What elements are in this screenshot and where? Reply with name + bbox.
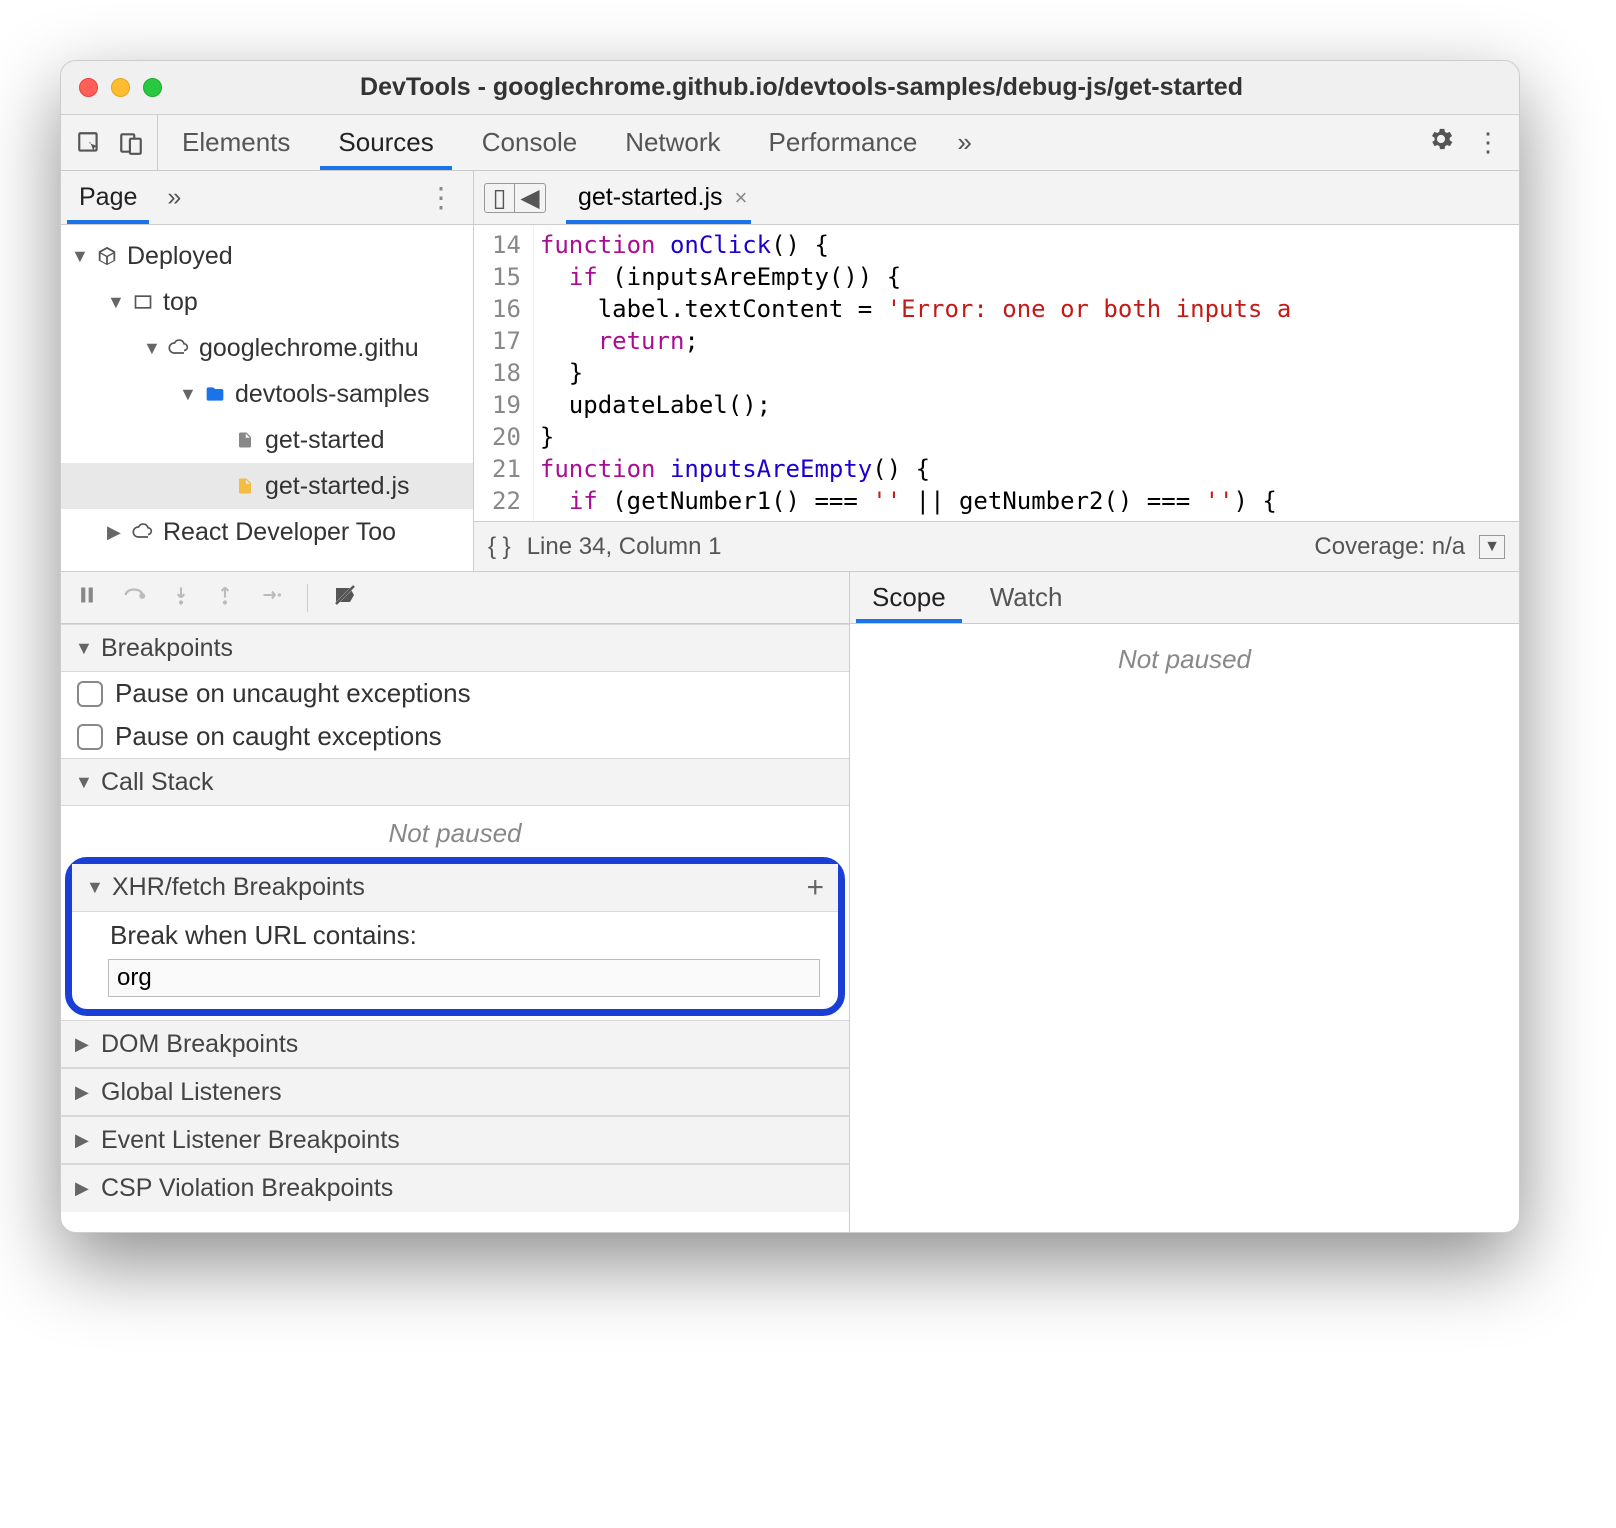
pause-icon[interactable] xyxy=(77,584,97,611)
frame-icon xyxy=(131,290,155,314)
tab-sources[interactable]: Sources xyxy=(314,115,457,170)
close-tab-icon[interactable]: × xyxy=(735,185,748,211)
document-icon xyxy=(233,428,257,452)
more-tabs-icon[interactable]: » xyxy=(941,127,987,158)
nav-history[interactable]: ▯◀ xyxy=(484,183,546,213)
zoom-window-icon[interactable] xyxy=(143,78,162,97)
tab-scope[interactable]: Scope xyxy=(850,572,968,623)
main-tabs: Elements Sources Console Network Perform… xyxy=(158,115,941,170)
section-global-listeners[interactable]: Global Listeners xyxy=(61,1068,849,1116)
settings-icon[interactable] xyxy=(1427,125,1455,160)
close-window-icon[interactable] xyxy=(79,78,98,97)
window-title: DevTools - googlechrome.github.io/devtoo… xyxy=(162,73,1501,102)
tree-label: googlechrome.githu xyxy=(199,334,419,363)
code-editor[interactable]: 141516171819202122 function onClick() { … xyxy=(474,225,1519,521)
pause-caught-row[interactable]: Pause on caught exceptions xyxy=(61,715,849,758)
page-more-icon[interactable]: ⋮ xyxy=(409,181,473,214)
more-menu-icon[interactable]: ⋮ xyxy=(1475,127,1501,158)
section-dom-breakpoints[interactable]: DOM Breakpoints xyxy=(61,1020,849,1068)
nav-forward-icon[interactable]: ◀ xyxy=(515,184,545,212)
inspect-icon[interactable] xyxy=(75,129,103,157)
section-callstack[interactable]: Call Stack xyxy=(61,758,849,806)
cursor-position: Line 34, Column 1 xyxy=(527,533,722,561)
xhr-label: Break when URL contains: xyxy=(72,912,838,957)
file-tree: Deployed top googlechrome.githu devtools… xyxy=(61,225,473,563)
minimize-window-icon[interactable] xyxy=(111,78,130,97)
coverage-dropdown-icon[interactable]: ▼ xyxy=(1479,535,1505,559)
checkbox-icon[interactable] xyxy=(77,681,103,707)
checkbox-icon[interactable] xyxy=(77,724,103,750)
tree-react-ext[interactable]: React Developer Too xyxy=(61,509,473,555)
coverage-label: Coverage: n/a xyxy=(1314,533,1465,561)
tree-label: top xyxy=(163,288,198,317)
section-breakpoints[interactable]: Breakpoints xyxy=(61,624,849,672)
step-icon[interactable] xyxy=(259,585,283,610)
file-tab-label: get-started.js xyxy=(578,183,723,212)
tree-deployed[interactable]: Deployed xyxy=(61,233,473,279)
tab-watch[interactable]: Watch xyxy=(968,572,1085,623)
tree-top[interactable]: top xyxy=(61,279,473,325)
more-page-tabs-icon[interactable]: » xyxy=(155,183,193,212)
tree-label: get-started.js xyxy=(265,472,410,501)
code-content: function onClick() { if (inputsAreEmpty(… xyxy=(534,225,1291,521)
editor-statusbar: { } Line 34, Column 1 Coverage: n/a ▼ xyxy=(474,521,1519,571)
cloud-icon xyxy=(131,520,155,544)
braces-icon[interactable]: { } xyxy=(488,533,511,561)
debugger-panes: Breakpoints Pause on uncaught exceptions… xyxy=(61,571,1519,1232)
tree-domain[interactable]: googlechrome.githu xyxy=(61,325,473,371)
tree-file-html[interactable]: get-started xyxy=(61,417,473,463)
line-gutter: 141516171819202122 xyxy=(474,225,534,521)
add-xhr-breakpoint-icon[interactable]: + xyxy=(806,871,824,905)
devtools-window: DevTools - googlechrome.github.io/devtoo… xyxy=(60,60,1520,1233)
titlebar: DevTools - googlechrome.github.io/devtoo… xyxy=(61,61,1519,115)
step-into-icon[interactable] xyxy=(171,583,191,612)
nav-back-icon[interactable]: ▯ xyxy=(485,184,515,212)
step-out-icon[interactable] xyxy=(215,583,235,612)
xhr-url-input[interactable] xyxy=(108,959,820,997)
pause-uncaught-row[interactable]: Pause on uncaught exceptions xyxy=(61,672,849,715)
tab-console[interactable]: Console xyxy=(458,115,601,170)
main-toolbar: Elements Sources Console Network Perform… xyxy=(61,115,1519,171)
tree-label: Deployed xyxy=(127,242,233,271)
cloud-icon xyxy=(167,336,191,360)
tree-folder[interactable]: devtools-samples xyxy=(61,371,473,417)
traffic-lights xyxy=(79,78,162,97)
editor-pane: ▯◀ get-started.js × 141516171819202122 f… xyxy=(474,171,1519,571)
scope-not-paused: Not paused xyxy=(850,624,1519,687)
page-tab[interactable]: Page xyxy=(61,171,155,224)
section-csp-breakpoints[interactable]: CSP Violation Breakpoints xyxy=(61,1164,849,1212)
tree-label: React Developer Too xyxy=(163,518,396,547)
js-file-icon xyxy=(233,474,257,498)
tab-network[interactable]: Network xyxy=(601,115,744,170)
deactivate-breakpoints-icon[interactable] xyxy=(332,583,358,612)
tab-performance[interactable]: Performance xyxy=(745,115,942,170)
navigator-pane: Page » ⋮ Deployed top googlec xyxy=(61,171,474,571)
step-over-icon[interactable] xyxy=(121,584,147,611)
debugger-toolbar xyxy=(61,572,849,624)
folder-icon xyxy=(203,382,227,406)
tree-label: devtools-samples xyxy=(235,380,430,409)
tree-file-js[interactable]: get-started.js xyxy=(61,463,473,509)
callstack-not-paused: Not paused xyxy=(61,806,849,861)
section-xhr-breakpoints[interactable]: XHR/fetch Breakpoints + xyxy=(72,864,838,912)
file-tab-get-started-js[interactable]: get-started.js × xyxy=(562,171,755,224)
tree-label: get-started xyxy=(265,426,385,455)
device-toggle-icon[interactable] xyxy=(117,129,145,157)
cube-icon xyxy=(95,244,119,268)
tab-elements[interactable]: Elements xyxy=(158,115,314,170)
scope-watch-tabs: Scope Watch xyxy=(850,572,1519,624)
section-event-listener-breakpoints[interactable]: Event Listener Breakpoints xyxy=(61,1116,849,1164)
xhr-breakpoints-highlight: XHR/fetch Breakpoints + Break when URL c… xyxy=(65,857,845,1016)
